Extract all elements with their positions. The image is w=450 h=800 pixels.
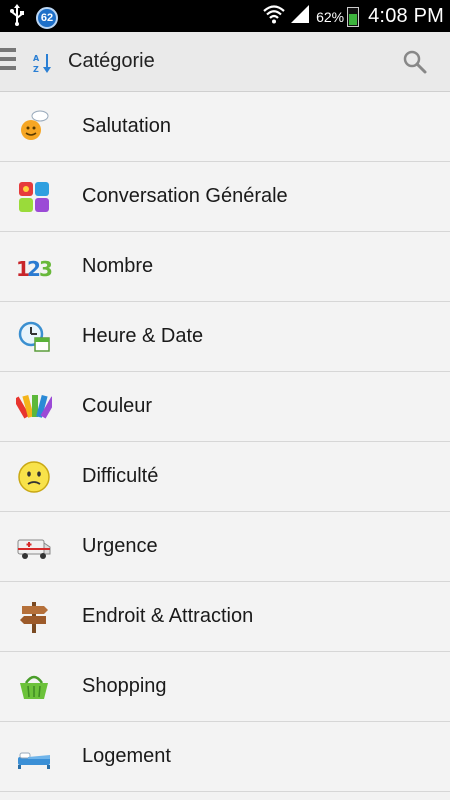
list-item-label: Logement	[82, 745, 171, 767]
battery-percent: 62%	[316, 8, 345, 25]
list-item[interactable]: Difficulté	[0, 442, 450, 512]
action-bar: A Z Catégorie	[0, 32, 450, 92]
list-item[interactable]: Urgence	[0, 512, 450, 582]
list-item-label: Difficulté	[82, 465, 159, 487]
battery-icon	[347, 6, 360, 27]
shopping-basket-icon	[16, 669, 52, 705]
signal-icon	[289, 3, 311, 30]
svg-text:3: 3	[39, 257, 52, 281]
blocks-icon	[16, 179, 52, 215]
color-swatch-icon	[13, 389, 57, 425]
sort-az-icon[interactable]: A Z	[33, 52, 53, 74]
list-item[interactable]: Shopping	[0, 652, 450, 722]
numbers-123-icon: 1 2 3	[16, 249, 53, 285]
page-title: Catégorie	[68, 50, 155, 72]
list-item[interactable]: Salutation	[0, 92, 450, 162]
signpost-icon	[16, 599, 52, 635]
list-item-label: Nombre	[82, 255, 154, 277]
list-item-label: Shopping	[82, 675, 167, 697]
search-icon[interactable]	[402, 49, 428, 75]
list-item-label: Urgence	[82, 535, 158, 557]
ambulance-icon	[16, 529, 52, 565]
bed-icon	[16, 739, 52, 775]
list-item-label: Couleur	[82, 395, 153, 417]
notification-badge: 62	[36, 6, 58, 29]
clock-time: 4:08 PM	[368, 5, 444, 27]
category-list: Salutation Conversation Générale 1 2 3 N…	[0, 92, 450, 792]
list-item-label: Endroit & Attraction	[82, 605, 254, 627]
status-bar: 62 62% 4:08 PM	[0, 0, 450, 32]
svg-text:A: A	[33, 54, 40, 63]
drawer-menu-icon[interactable]	[0, 48, 16, 74]
usb-icon	[10, 4, 24, 31]
list-item-label: Conversation Générale	[82, 185, 288, 207]
wifi-icon	[262, 3, 286, 30]
smiley-wave-icon	[16, 109, 52, 145]
list-item-label: Heure & Date	[82, 325, 204, 347]
list-item[interactable]: 1 2 3 Nombre	[0, 232, 450, 302]
list-item[interactable]: Endroit & Attraction	[0, 582, 450, 652]
list-item[interactable]: Logement	[0, 722, 450, 792]
svg-text:Z: Z	[33, 65, 39, 74]
list-item[interactable]: Conversation Générale	[0, 162, 450, 232]
clock-calendar-icon	[16, 319, 52, 355]
list-item-label: Salutation	[82, 115, 171, 137]
list-item[interactable]: Heure & Date	[0, 302, 450, 372]
sad-face-icon	[16, 459, 52, 495]
list-item[interactable]: Couleur	[0, 372, 450, 442]
